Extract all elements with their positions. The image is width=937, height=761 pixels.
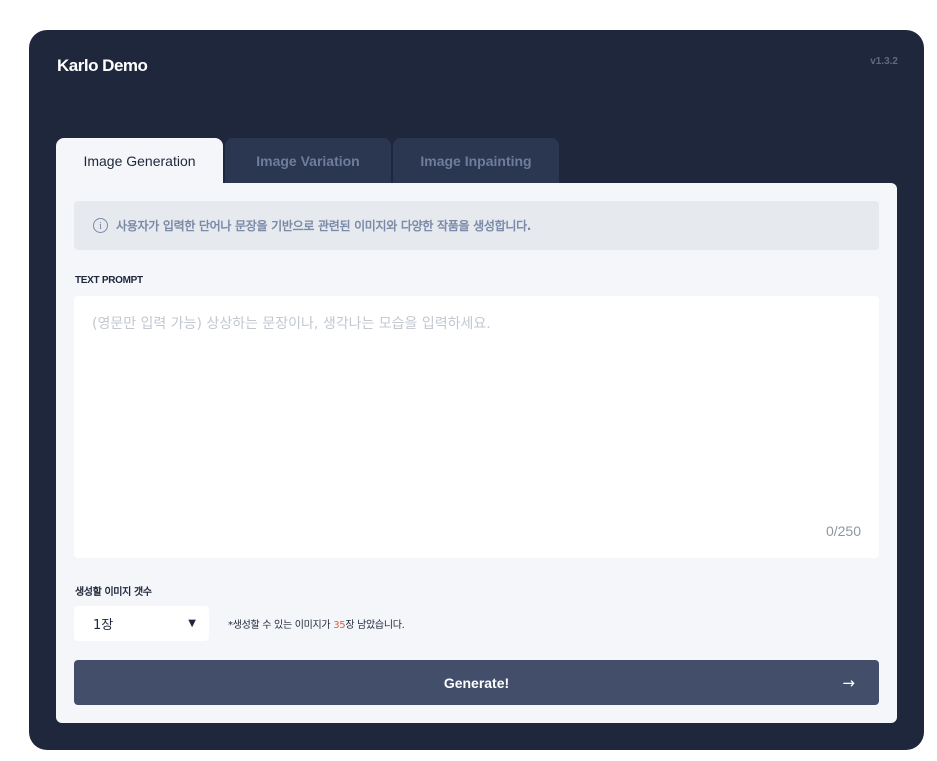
image-count-select[interactable]: 1장 ▼ — [74, 606, 209, 641]
prompt-box: 0/250 — [74, 296, 879, 558]
generate-label: Generate! — [443, 674, 510, 691]
info-icon: i — [93, 218, 108, 233]
generate-button[interactable]: Generate! → — [74, 660, 879, 705]
info-banner: i 사용자가 입력한 단어나 문장을 기반으로 관련된 이미지와 다양한 작품을… — [74, 201, 879, 250]
version-label: v1.3.2 — [870, 56, 898, 67]
remaining-images-note: *생성할 수 있는 이미지가 35장 남았습니다. — [228, 616, 405, 631]
generation-panel: i 사용자가 입력한 단어나 문장을 기반으로 관련된 이미지와 다양한 작품을… — [56, 183, 897, 723]
image-count-value: 1장 — [93, 618, 114, 633]
text-prompt-label: TEXT PROMPT — [75, 275, 143, 286]
app-title: Karlo Demo — [57, 56, 148, 75]
dropdown-arrow-icon: ▼ — [188, 618, 196, 629]
prompt-input[interactable] — [74, 296, 879, 558]
remaining-suffix: 장 남았습니다. — [345, 620, 405, 631]
arrow-right-icon: → — [842, 673, 855, 692]
app-window: Karlo Demo v1.3.2 Image Generation Image… — [29, 30, 924, 750]
remaining-number: 35 — [333, 620, 346, 631]
tab-image-variation[interactable]: Image Variation — [225, 138, 391, 183]
image-count-label: 생성할 이미지 갯수 — [75, 587, 152, 598]
tab-image-generation[interactable]: Image Generation — [56, 138, 223, 183]
remaining-prefix: *생성할 수 있는 이미지가 — [228, 620, 334, 631]
tab-image-inpainting[interactable]: Image Inpainting — [393, 138, 559, 183]
info-text: 사용자가 입력한 단어나 문장을 기반으로 관련된 이미지와 다양한 작품을 생… — [116, 219, 532, 233]
char-counter: 0/250 — [825, 523, 861, 539]
